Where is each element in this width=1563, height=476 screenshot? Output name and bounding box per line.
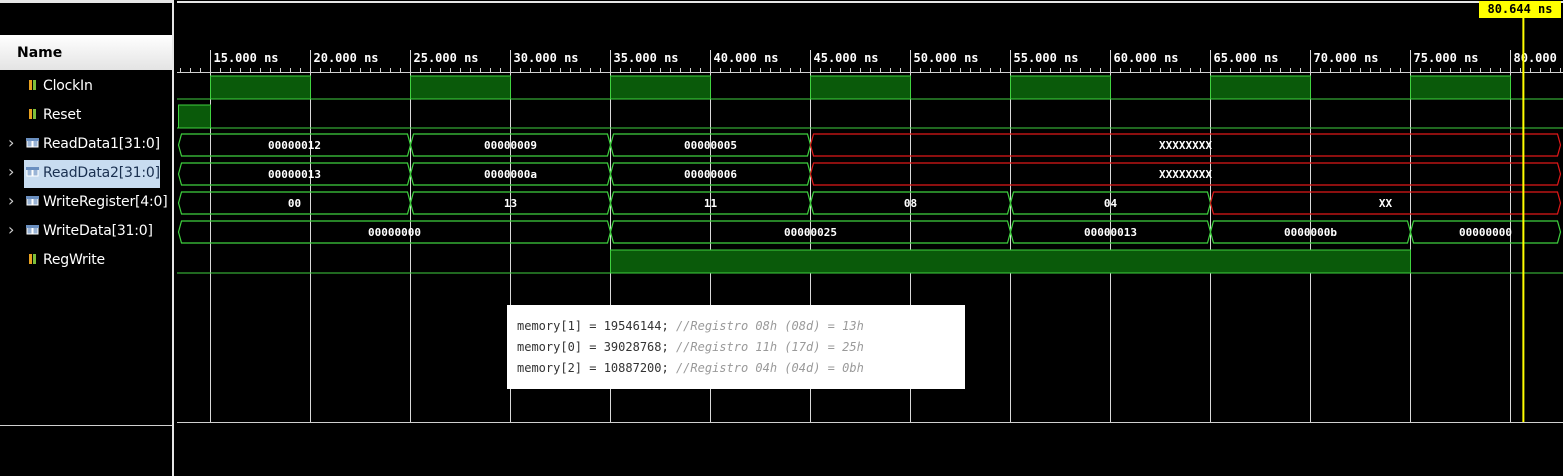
- bus-value-label: 00000012: [268, 139, 321, 152]
- time-tick-label: 70.000 ns: [1314, 51, 1379, 65]
- note-comment: //Registro 08h (08d) = 13h: [675, 319, 864, 333]
- time-tick-label: 20.000 ns: [314, 51, 379, 65]
- time-tick-label: 45.000 ns: [814, 51, 879, 65]
- time-tick-label: 65.000 ns: [1214, 51, 1279, 65]
- bus-value-label: 00000000: [1459, 226, 1512, 239]
- bit-wave-high: [178, 104, 211, 129]
- bit-wave-high: [810, 75, 911, 100]
- time-tick-label: 40.000 ns: [714, 51, 779, 65]
- note-comment: //Registro 04h (04d) = 0bh: [675, 361, 864, 375]
- bus-value-label: 0000000b: [1284, 226, 1337, 239]
- bit-wave-high: [1410, 75, 1511, 100]
- bus-value-label: 00000009: [484, 139, 537, 152]
- bus-value-label: 00000025: [784, 226, 837, 239]
- time-tick-label: 25.000 ns: [414, 51, 479, 65]
- bus-value-label: 00000013: [268, 168, 321, 181]
- bus-value-label: 11: [704, 197, 718, 210]
- cursor-time-label[interactable]: 80.644 ns: [1479, 1, 1561, 18]
- time-tick-label: 55.000 ns: [1014, 51, 1079, 65]
- note-code: memory[2] = 10887200;: [517, 361, 676, 375]
- time-tick-label: 80.000 ns: [1514, 51, 1563, 65]
- bus-value-label: 00000005: [684, 139, 737, 152]
- memory-note-line: memory[0] = 39028768; //Registro 11h (17…: [517, 337, 965, 358]
- bit-wave-high: [410, 75, 511, 100]
- memory-note-line: memory[1] = 19546144; //Registro 08h (08…: [517, 316, 965, 337]
- time-tick-label: 75.000 ns: [1414, 51, 1479, 65]
- note-comment: //Registro 11h (17d) = 25h: [675, 340, 864, 354]
- bus-value-label: 08: [904, 197, 917, 210]
- bus-value-label: 0000000a: [484, 168, 537, 181]
- bus-value-label: 04: [1104, 197, 1118, 210]
- bus-value-label: XX: [1379, 197, 1393, 210]
- note-code: memory[0] = 39028768;: [517, 340, 676, 354]
- bus-value-label: XXXXXXXX: [1159, 168, 1212, 181]
- time-tick-label: 50.000 ns: [914, 51, 979, 65]
- time-tick-label: 15.000 ns: [214, 51, 279, 65]
- bus-value-label: 00000006: [684, 168, 737, 181]
- bit-wave-high: [1010, 75, 1111, 100]
- bus-value-label: 00: [288, 197, 301, 210]
- time-tick-label: 60.000 ns: [1114, 51, 1179, 65]
- memory-note-line: memory[2] = 10887200; //Registro 04h (04…: [517, 358, 965, 379]
- bit-wave-high: [610, 249, 1411, 274]
- bit-wave-high: [1210, 75, 1311, 100]
- time-tick-label: 35.000 ns: [614, 51, 679, 65]
- bit-wave-high: [210, 75, 311, 100]
- time-tick-label: 30.000 ns: [514, 51, 579, 65]
- bus-value-label: 00000013: [1084, 226, 1137, 239]
- waveform-area[interactable]: 15.000 ns 20.000 ns 25.000 ns 30.000 ns 35.0…: [0, 0, 1563, 476]
- note-code: memory[1] = 19546144;: [517, 319, 676, 333]
- bit-wave-high: [610, 75, 711, 100]
- bus-value-label: XXXXXXXX: [1159, 139, 1212, 152]
- memory-note: memory[1] = 19546144; //Registro 08h (08…: [507, 305, 965, 389]
- bus-value-label: 00000000: [368, 226, 421, 239]
- bus-value-label: 13: [504, 197, 517, 210]
